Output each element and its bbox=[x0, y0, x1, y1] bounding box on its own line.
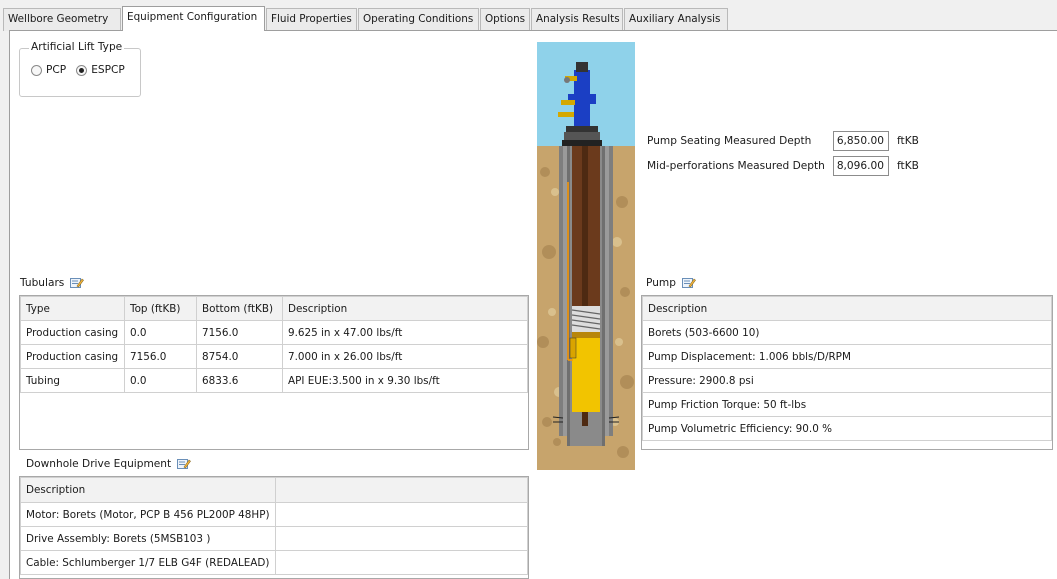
pump-section-header: Pump bbox=[646, 277, 696, 289]
tubular-type-cell: Tubing bbox=[20, 368, 125, 393]
blank-cell bbox=[275, 526, 528, 551]
table-row[interactable]: Tubing 0.0 6833.6 API EUE:3.500 in x 9.3… bbox=[20, 368, 528, 393]
tab-fluid-properties[interactable]: Fluid Properties bbox=[266, 8, 357, 31]
pump-title: Pump bbox=[646, 277, 676, 289]
downhole-drive-table: Description Motor: Borets (Motor, PCP B … bbox=[20, 477, 528, 575]
table-row[interactable]: Pump Volumetric Efficiency: 90.0 % bbox=[642, 416, 1052, 441]
column-header-top[interactable]: Top (ftKB) bbox=[124, 296, 197, 321]
pump-seating-depth-input[interactable]: 6,850.00 bbox=[833, 131, 889, 151]
tubular-description-cell: API EUE:3.500 in x 9.30 lbs/ft bbox=[282, 368, 528, 393]
tubular-bottom-cell: 8754.0 bbox=[196, 344, 283, 369]
tubular-top-cell: 0.0 bbox=[124, 368, 197, 393]
espcp-radio-label: ESPCP bbox=[91, 64, 125, 76]
tubulars-header-row: Type Top (ftKB) Bottom (ftKB) Descriptio… bbox=[20, 296, 528, 321]
table-row[interactable]: Pump Friction Torque: 50 ft-lbs bbox=[642, 392, 1052, 417]
drive-description-cell: Motor: Borets (Motor, PCP B 456 PL200P 4… bbox=[20, 502, 276, 527]
mid-perforations-depth-input[interactable]: 8,096.00 bbox=[833, 156, 889, 176]
drive-description-cell: Cable: Schlumberger 1/7 ELB G4F (REDALEA… bbox=[20, 550, 276, 575]
column-header-description[interactable]: Description bbox=[282, 296, 528, 321]
column-header-description[interactable]: Description bbox=[20, 477, 276, 503]
tubulars-section-header: Tubulars bbox=[20, 277, 85, 289]
espcp-radio[interactable] bbox=[76, 64, 88, 76]
pcp-radio-label: PCP bbox=[46, 64, 67, 76]
pump-description-cell: Pump Friction Torque: 50 ft-lbs bbox=[642, 392, 1052, 417]
column-header-description[interactable]: Description bbox=[642, 296, 1052, 321]
tubular-top-cell: 0.0 bbox=[124, 320, 197, 345]
mid-perforations-depth-label: Mid-perforations Measured Depth bbox=[647, 160, 825, 172]
table-row[interactable]: Production casing 7156.0 8754.0 7.000 in… bbox=[20, 344, 528, 369]
artificial-lift-title: Artificial Lift Type bbox=[29, 41, 125, 53]
blank-cell bbox=[275, 550, 528, 575]
tubular-description-cell: 7.000 in x 26.00 lbs/ft bbox=[282, 344, 528, 369]
pump-description-cell: Pressure: 2900.8 psi bbox=[642, 368, 1052, 393]
table-row[interactable]: Cable: Schlumberger 1/7 ELB G4F (REDALEA… bbox=[20, 550, 528, 575]
pump-seating-depth-label: Pump Seating Measured Depth bbox=[647, 135, 812, 147]
edit-downhole-drive-icon[interactable] bbox=[177, 458, 192, 470]
well-schematic bbox=[537, 42, 635, 470]
tab-auxiliary-analysis[interactable]: Auxiliary Analysis bbox=[624, 8, 728, 31]
table-row[interactable]: Borets (503-6600 10) bbox=[642, 320, 1052, 345]
column-header-type[interactable]: Type bbox=[20, 296, 125, 321]
pump-description-cell: Borets (503-6600 10) bbox=[642, 320, 1052, 345]
tubular-top-cell: 7156.0 bbox=[124, 344, 197, 369]
tab-analysis-results[interactable]: Analysis Results bbox=[531, 8, 623, 31]
mid-perforations-depth-unit: ftKB bbox=[897, 160, 919, 172]
downhole-drive-title: Downhole Drive Equipment bbox=[26, 458, 172, 470]
downhole-drive-section-header: Downhole Drive Equipment bbox=[26, 458, 192, 470]
tab-operating-conditions[interactable]: Operating Conditions bbox=[358, 8, 479, 31]
tubular-description-cell: 9.625 in x 47.00 lbs/ft bbox=[282, 320, 528, 345]
lift-type-options: PCP ESPCP bbox=[31, 64, 125, 76]
pump-description-cell: Pump Volumetric Efficiency: 90.0 % bbox=[642, 416, 1052, 441]
edit-tubulars-icon[interactable] bbox=[70, 277, 85, 289]
tab-wellbore-geometry[interactable]: Wellbore Geometry bbox=[3, 8, 121, 31]
edit-pump-icon[interactable] bbox=[681, 277, 696, 289]
tab-options[interactable]: Options bbox=[480, 8, 530, 31]
table-row[interactable]: Production casing 0.0 7156.0 9.625 in x … bbox=[20, 320, 528, 345]
drive-header-row: Description bbox=[20, 477, 528, 503]
blank-cell bbox=[275, 502, 528, 527]
table-row[interactable]: Drive Assembly: Borets (5MSB103 ) bbox=[20, 526, 528, 551]
tubular-bottom-cell: 7156.0 bbox=[196, 320, 283, 345]
column-header-bottom[interactable]: Bottom (ftKB) bbox=[196, 296, 283, 321]
pump-seating-depth-unit: ftKB bbox=[897, 135, 919, 147]
column-header-blank bbox=[275, 477, 528, 503]
pump-header-row: Description bbox=[642, 296, 1052, 321]
drive-description-cell: Drive Assembly: Borets (5MSB103 ) bbox=[20, 526, 276, 551]
pump-table: Description Borets (503-6600 10) Pump Di… bbox=[642, 296, 1052, 441]
tubular-type-cell: Production casing bbox=[20, 344, 125, 369]
tubular-bottom-cell: 6833.6 bbox=[196, 368, 283, 393]
tubular-type-cell: Production casing bbox=[20, 320, 125, 345]
tab-equipment-configuration[interactable]: Equipment Configuration bbox=[122, 6, 265, 31]
tab-bar: Wellbore Geometry Equipment Configuratio… bbox=[0, 0, 1057, 31]
pump-description-cell: Pump Displacement: 1.006 bbls/D/RPM bbox=[642, 344, 1052, 369]
tubulars-title: Tubulars bbox=[20, 277, 65, 289]
pcp-radio[interactable] bbox=[31, 64, 42, 76]
table-row[interactable]: Pressure: 2900.8 psi bbox=[642, 368, 1052, 393]
tubulars-table: Type Top (ftKB) Bottom (ftKB) Descriptio… bbox=[20, 296, 528, 393]
table-row[interactable]: Motor: Borets (Motor, PCP B 456 PL200P 4… bbox=[20, 502, 528, 527]
table-row[interactable]: Pump Displacement: 1.006 bbls/D/RPM bbox=[642, 344, 1052, 369]
